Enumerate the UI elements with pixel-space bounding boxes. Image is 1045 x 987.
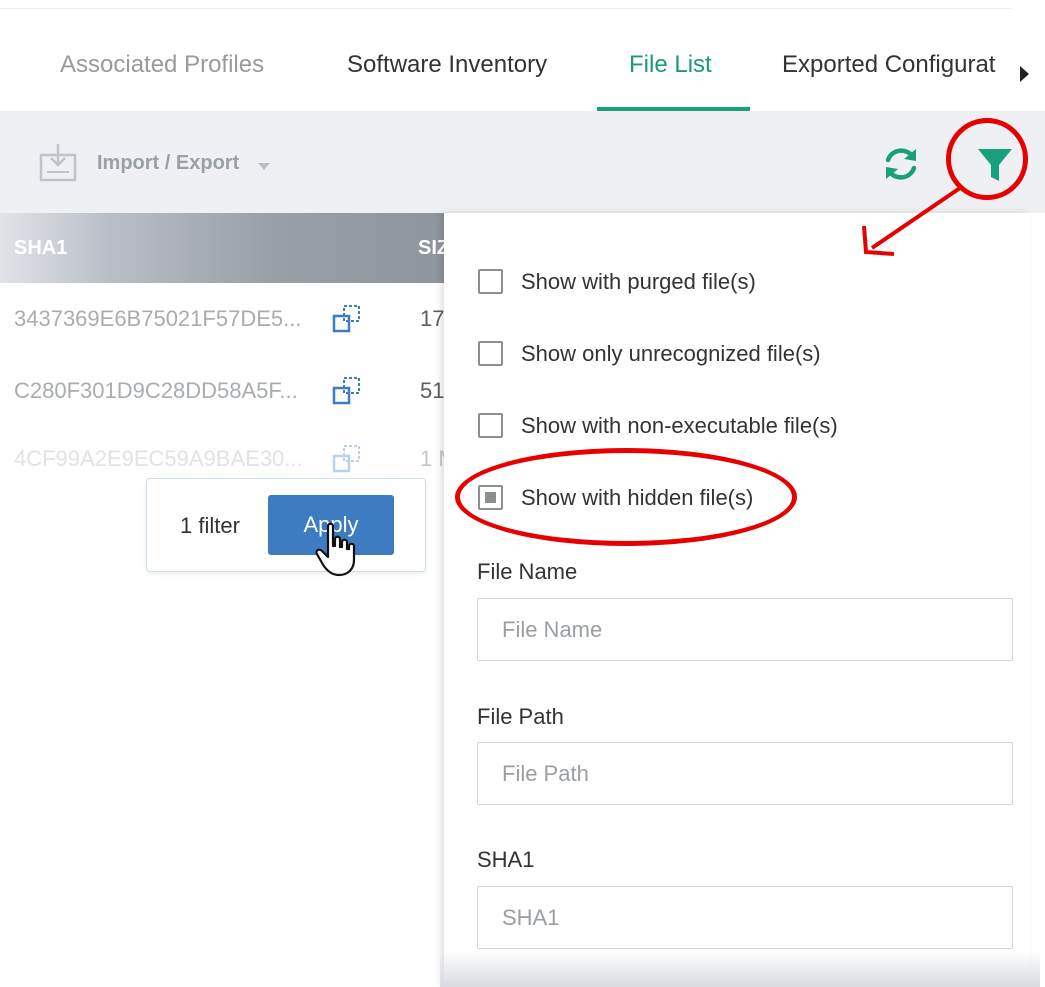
option-label: Show with purged file(s) (521, 269, 756, 294)
filter-count-label: 1 filter (180, 513, 240, 538)
option-label: Show only unrecognized file(s) (521, 341, 821, 366)
checkbox-show-unrecognized[interactable] (478, 341, 503, 366)
file-name-input[interactable] (477, 598, 1013, 661)
checkbox-show-purged[interactable] (478, 269, 503, 294)
sha1-input[interactable] (477, 886, 1013, 949)
sha1-label: SHA1 (477, 847, 535, 872)
tab-software-inventory[interactable]: Software Inventory (347, 51, 547, 79)
tab-scroll-right-icon[interactable] (1020, 66, 1029, 82)
option-label: Show with non-executable file(s) (521, 413, 838, 438)
row-sha1: 4CF99A2E9EC59A9BAE30... (14, 446, 303, 471)
hidden-files-highlight-annotation (455, 448, 797, 546)
annotation-arrow-icon (862, 186, 962, 256)
hand-cursor-icon (315, 522, 356, 577)
file-list-screen: Associated Profiles Software Inventory F… (0, 0, 1045, 987)
import-export-icon[interactable] (38, 141, 78, 183)
apply-filter-popup: 1 filter Apply (146, 478, 426, 572)
row-sha1: C280F301D9C28DD58A5F... (14, 378, 298, 403)
file-path-input[interactable] (477, 742, 1013, 805)
checkbox-show-non-executable[interactable] (478, 413, 503, 438)
refresh-icon[interactable] (880, 143, 922, 185)
row-sha1: 3437369E6B75021F57DE5... (14, 306, 302, 331)
tab-file-list[interactable]: File List (629, 51, 712, 79)
file-path-label: File Path (477, 704, 564, 729)
tab-bar: Associated Profiles Software Inventory F… (0, 8, 1029, 111)
torn-edge-decoration (440, 950, 1040, 987)
row-size: 17 (420, 306, 445, 331)
filter-panel: Show with purged file(s) Show only unrec… (444, 213, 1030, 987)
copy-icon[interactable] (332, 376, 364, 406)
table-header: SHA1 SIZ (0, 213, 449, 283)
tab-exported-configurations[interactable]: Exported Configurat (782, 51, 995, 79)
copy-icon[interactable] (332, 444, 364, 474)
file-name-label: File Name (477, 559, 578, 584)
import-export-button[interactable]: Import / Export (97, 152, 239, 175)
tab-associated-profiles[interactable]: Associated Profiles (60, 51, 264, 79)
column-header-sha1[interactable]: SHA1 (14, 237, 67, 260)
copy-icon[interactable] (332, 304, 364, 334)
chevron-down-icon (258, 163, 270, 170)
row-size: 51 (420, 378, 445, 403)
